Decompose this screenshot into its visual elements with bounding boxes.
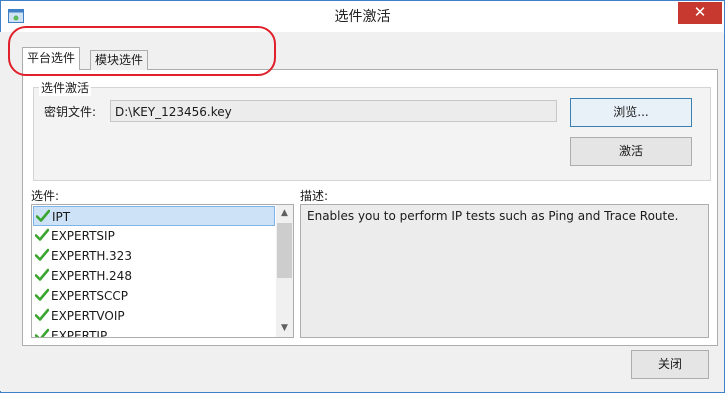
window-title: 选件激活	[334, 9, 391, 25]
activate-button[interactable]: 激活	[570, 137, 692, 166]
key-file-field: D:\KEY_123456.key	[110, 100, 557, 122]
list-item[interactable]: IPT	[33, 206, 275, 226]
green-check-icon	[35, 308, 49, 321]
close-button[interactable]: 关闭	[631, 350, 709, 379]
description-label: 描述:	[300, 189, 329, 203]
option-name: EXPERTSCCP	[51, 289, 129, 303]
options-scrollbar[interactable]: ▲ ▼	[276, 205, 293, 337]
green-check-icon	[35, 328, 49, 337]
list-item[interactable]: EXPERTSIP	[33, 226, 275, 246]
list-item[interactable]: EXPERTIP	[33, 326, 275, 338]
option-name: EXPERTH.323	[51, 249, 132, 263]
list-item[interactable]: EXPERTVOIP	[33, 306, 275, 326]
green-check-icon	[35, 288, 49, 301]
activation-group-legend: 选件激活	[39, 79, 92, 96]
options-label: 选件:	[31, 189, 60, 203]
green-check-icon	[35, 268, 49, 281]
scroll-up-icon[interactable]: ▲	[276, 205, 293, 222]
description-box: Enables you to perform IP tests such as …	[300, 204, 709, 338]
tab-platform-options[interactable]: 平台选件	[22, 47, 81, 70]
option-name: EXPERTIP	[51, 329, 108, 338]
scroll-thumb[interactable]	[277, 223, 292, 278]
options-list[interactable]: IPT EXPERTSIP EXPERTH.323 EXPERTH.248 EX…	[31, 204, 294, 338]
option-name: IPT	[52, 210, 71, 224]
green-check-icon	[36, 209, 50, 222]
browse-button[interactable]: 浏览...	[570, 98, 692, 127]
scroll-down-icon[interactable]: ▼	[276, 320, 293, 337]
option-name: EXPERTVOIP	[51, 309, 125, 323]
option-name: EXPERTH.248	[51, 269, 132, 283]
green-check-icon	[35, 228, 49, 241]
green-check-icon	[35, 248, 49, 261]
tab-module-options[interactable]: 模块选件	[90, 50, 149, 70]
list-item[interactable]: EXPERTH.323	[33, 246, 275, 266]
key-file-label: 密钥文件:	[44, 105, 97, 119]
title-bar[interactable]: 选件激活 ✕	[1, 1, 724, 33]
list-item[interactable]: EXPERTSCCP	[33, 286, 275, 306]
close-window-button[interactable]: ✕	[678, 2, 722, 24]
option-name: EXPERTSIP	[51, 229, 115, 243]
list-item[interactable]: EXPERTH.248	[33, 266, 275, 286]
